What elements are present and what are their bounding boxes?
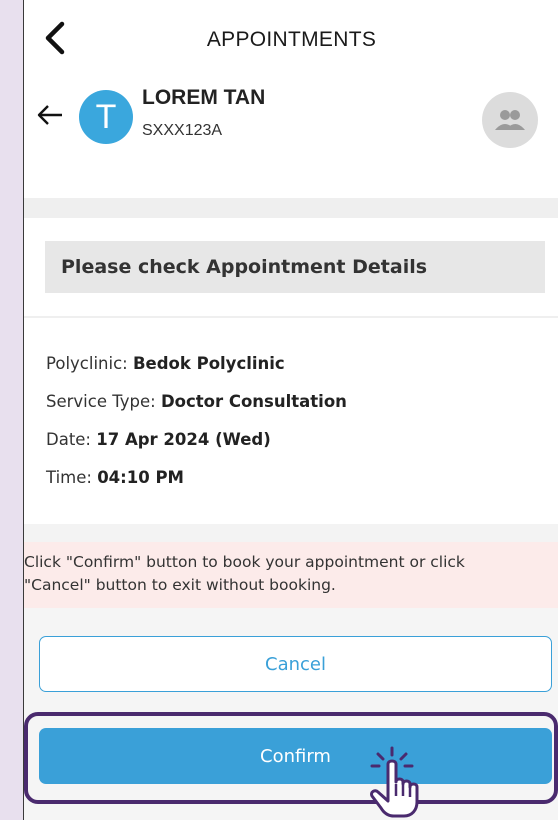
date-label: Date: bbox=[46, 430, 97, 449]
notice-line-1: Click "Confirm" button to book your appo… bbox=[24, 553, 465, 571]
button-area: Cancel Confirm bbox=[24, 608, 558, 820]
avatar: T bbox=[79, 90, 133, 144]
divider bbox=[24, 198, 558, 218]
polyclinic-label: Polyclinic: bbox=[46, 354, 133, 373]
date-row: Date: 17 Apr 2024 (Wed) bbox=[46, 430, 271, 449]
time-label: Time: bbox=[46, 468, 98, 487]
polyclinic-value: Bedok Polyclinic bbox=[132, 354, 285, 373]
phone-screen: APPOINTMENTS T LOREM TAN SXXX123A Please… bbox=[23, 0, 558, 820]
service-value: Doctor Consultation bbox=[160, 392, 347, 411]
service-row: Service Type: Doctor Consultation bbox=[46, 392, 347, 411]
details-section: Please check Appointment Details bbox=[24, 218, 558, 316]
user-name: LOREM TAN bbox=[142, 86, 266, 109]
profile-row: T LOREM TAN SXXX123A bbox=[24, 78, 558, 198]
time-value: 04:10 PM bbox=[97, 468, 184, 487]
date-value: 17 Apr 2024 (Wed) bbox=[96, 430, 271, 449]
tap-hand-icon bbox=[370, 746, 419, 818]
user-id: SXXX123A bbox=[142, 122, 223, 139]
notice-line-2: "Cancel" button to exit without booking. bbox=[24, 576, 336, 594]
details-heading: Please check Appointment Details bbox=[45, 241, 545, 293]
group-icon bbox=[495, 110, 525, 130]
cancel-button[interactable]: Cancel bbox=[39, 636, 552, 692]
service-label: Service Type: bbox=[46, 392, 161, 411]
page-title: APPOINTMENTS bbox=[206, 28, 377, 51]
switch-profile-button[interactable] bbox=[482, 92, 538, 148]
notice-message: Click "Confirm" button to book your appo… bbox=[24, 542, 558, 608]
time-row: Time: 04:10 PM bbox=[46, 468, 184, 487]
divider bbox=[24, 524, 558, 542]
polyclinic-row: Polyclinic: Bedok Polyclinic bbox=[46, 354, 285, 373]
arrow-left-icon[interactable] bbox=[36, 104, 64, 126]
confirm-button[interactable]: Confirm bbox=[39, 728, 552, 784]
appointment-details: Polyclinic: Bedok Polyclinic Service Typ… bbox=[24, 318, 558, 524]
top-bar: APPOINTMENTS bbox=[24, 0, 558, 78]
